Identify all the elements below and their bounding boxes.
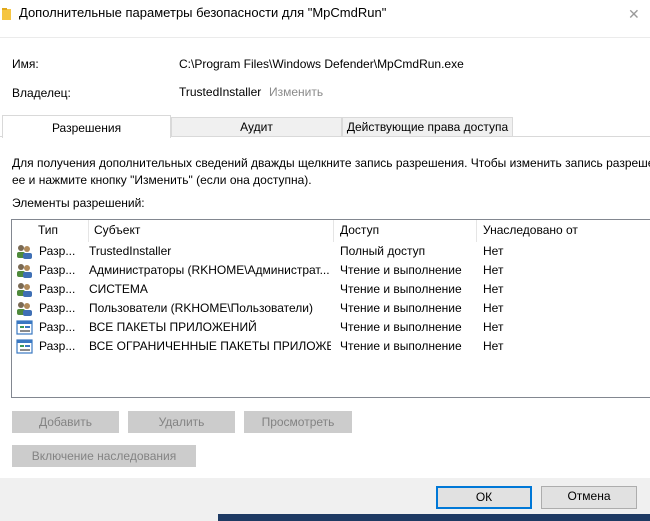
row-type: Разр...	[39, 320, 76, 334]
row-inherited: Нет	[483, 282, 504, 296]
row-access: Чтение и выполнение	[340, 263, 462, 277]
app-package-icon	[16, 339, 33, 354]
remove-button[interactable]: Удалить	[128, 411, 235, 433]
row-type: Разр...	[39, 301, 76, 315]
tab-permissions[interactable]: Разрешения	[2, 115, 171, 138]
info-text: Для получения дополнительных сведений дв…	[12, 155, 650, 189]
row-access: Чтение и выполнение	[340, 339, 462, 353]
background-window-edge	[0, 514, 218, 521]
permission-entries-list[interactable]: Тип Субъект Доступ Унаследовано от Разр.…	[11, 219, 650, 398]
row-access: Чтение и выполнение	[340, 301, 462, 315]
users-icon	[17, 283, 32, 297]
window-title: Дополнительные параметры безопасности дл…	[19, 5, 387, 20]
row-access: Чтение и выполнение	[340, 282, 462, 296]
divider	[0, 37, 650, 38]
row-type: Разр...	[39, 263, 76, 277]
app-package-icon	[16, 320, 33, 335]
owner-value: TrustedInstaller	[179, 85, 262, 99]
row-subject: ВСЕ ОГРАНИЧЕННЫЕ ПАКЕТЫ ПРИЛОЖЕ...	[89, 339, 331, 353]
row-subject: TrustedInstaller	[89, 244, 172, 258]
table-row[interactable]: Разр... СИСТЕМА Чтение и выполнение Нет	[12, 280, 650, 299]
view-button[interactable]: Просмотреть	[244, 411, 352, 433]
row-type: Разр...	[39, 339, 76, 353]
folder-icon	[2, 8, 11, 20]
row-inherited: Нет	[483, 320, 504, 334]
row-subject: ВСЕ ПАКЕТЫ ПРИЛОЖЕНИЙ	[89, 320, 257, 334]
table-row[interactable]: Разр... Пользователи (RKHOME\Пользовател…	[12, 299, 650, 318]
row-inherited: Нет	[483, 301, 504, 315]
close-icon: ✕	[628, 6, 640, 22]
name-value: C:\Program Files\Windows Defender\MpCmdR…	[179, 57, 464, 71]
background-desktop	[218, 514, 650, 521]
row-access: Полный доступ	[340, 244, 426, 258]
ok-button[interactable]: ОК	[436, 486, 532, 509]
column-header-access[interactable]: Доступ	[334, 220, 477, 242]
enable-inheritance-button[interactable]: Включение наследования	[12, 445, 196, 467]
row-subject: СИСТЕМА	[89, 282, 148, 296]
row-inherited: Нет	[483, 339, 504, 353]
permission-entries-label: Элементы разрешений:	[12, 196, 145, 210]
table-row[interactable]: Разр... TrustedInstaller Полный доступ Н…	[12, 242, 650, 261]
row-access: Чтение и выполнение	[340, 320, 462, 334]
row-inherited: Нет	[483, 244, 504, 258]
name-label: Имя:	[12, 57, 39, 71]
tab-audit[interactable]: Аудит	[171, 117, 342, 136]
users-icon	[17, 264, 32, 278]
row-subject: Пользователи (RKHOME\Пользователи)	[89, 301, 313, 315]
column-header-inherited-from[interactable]: Унаследовано от	[477, 220, 650, 242]
users-icon	[17, 302, 32, 316]
close-button[interactable]: ✕	[616, 0, 650, 30]
column-header-subject[interactable]: Субъект	[88, 220, 334, 242]
row-type: Разр...	[39, 282, 76, 296]
table-row[interactable]: Разр... ВСЕ ПАКЕТЫ ПРИЛОЖЕНИЙ Чтение и в…	[12, 318, 650, 337]
users-icon	[17, 245, 32, 259]
row-type: Разр...	[39, 244, 76, 258]
info-line-2: ее и нажмите кнопку "Изменить" (если она…	[12, 173, 312, 187]
cancel-button[interactable]: Отмена	[541, 486, 637, 509]
row-subject: Администраторы (RKHOME\Администрат...	[89, 263, 330, 277]
table-row[interactable]: Разр... ВСЕ ОГРАНИЧЕННЫЕ ПАКЕТЫ ПРИЛОЖЕ.…	[12, 337, 650, 356]
change-owner-link[interactable]: Изменить	[269, 85, 323, 99]
row-inherited: Нет	[483, 263, 504, 277]
owner-label: Владелец:	[12, 86, 71, 100]
table-row[interactable]: Разр... Администраторы (RKHOME\Администр…	[12, 261, 650, 280]
info-line-1: Для получения дополнительных сведений дв…	[12, 156, 650, 170]
add-button[interactable]: Добавить	[12, 411, 119, 433]
tab-effective-access[interactable]: Действующие права доступа	[342, 117, 513, 136]
column-header-type[interactable]: Тип	[32, 220, 89, 242]
